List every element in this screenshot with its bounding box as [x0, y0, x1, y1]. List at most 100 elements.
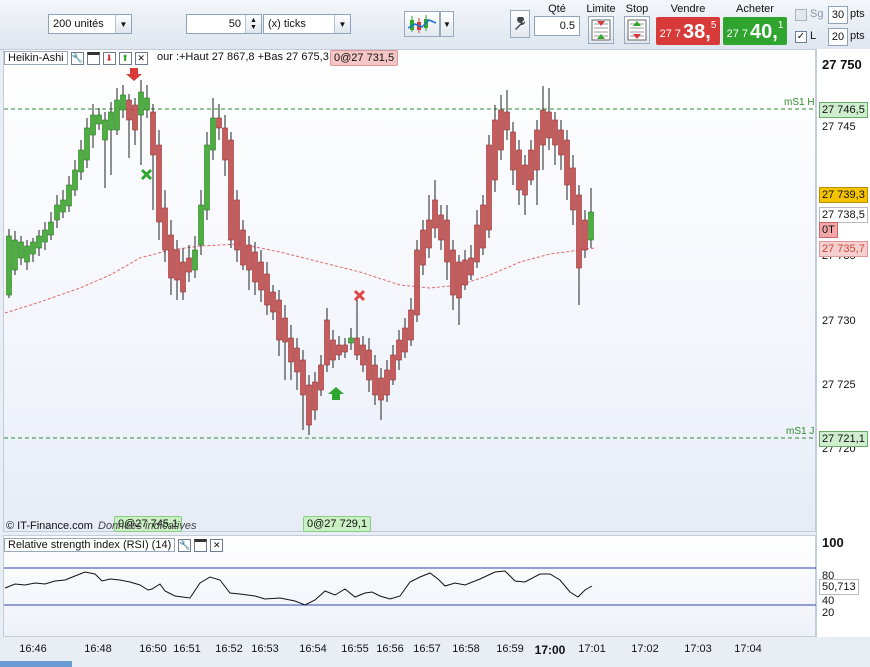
rsi-axis-tick: 20: [822, 607, 835, 619]
candle-body: [426, 219, 432, 249]
window-icon[interactable]: [194, 538, 208, 552]
candle-body: [132, 104, 138, 131]
candle-body: [120, 94, 126, 111]
time-axis-tick: 16:54: [299, 643, 327, 655]
wrench-icon[interactable]: 🔧: [70, 51, 84, 65]
time-axis-tick: 16:59: [496, 643, 524, 655]
candle-body: [552, 119, 558, 146]
candle-body: [360, 344, 366, 366]
candle-body: [390, 354, 396, 381]
candle-body: [324, 319, 330, 366]
candle-body: [342, 344, 348, 353]
candle-body: [222, 127, 228, 161]
ms1-low-label: mS1 J: [786, 426, 815, 437]
horizontal-scrollbar-thumb[interactable]: [0, 661, 72, 667]
candle-body: [96, 114, 102, 125]
rsi-value-tag: 50,713: [819, 579, 859, 595]
candle-body: [144, 97, 150, 111]
price-axis-tick: 27 745: [822, 121, 856, 133]
candle-body: [300, 359, 306, 396]
candle-body: [444, 219, 450, 263]
candle-body: [372, 364, 378, 396]
candle-body: [396, 339, 402, 361]
candle-body: [180, 261, 186, 293]
candle-body: [270, 291, 276, 313]
candle-body: [288, 337, 294, 363]
buy-arrow-small-icon[interactable]: ⬆: [118, 51, 132, 65]
buy-signal-cross-icon: [140, 168, 153, 181]
candle-body: [24, 245, 30, 263]
time-axis-tick: 16:51: [173, 643, 201, 655]
candle-body: [576, 194, 582, 269]
indicator-title[interactable]: Heikin-Ashi: [4, 51, 68, 65]
candle-body: [498, 109, 504, 151]
ma-price-tag: 27 735,7: [819, 241, 868, 257]
candle-body: [474, 224, 480, 263]
time-axis-tick: 16:55: [341, 643, 369, 655]
time-axis-tick: 16:53: [251, 643, 279, 655]
candle-body: [90, 114, 96, 136]
candle-body: [528, 149, 534, 181]
ms1-high-price-tag: 27 746,5: [819, 102, 868, 118]
candle-body: [126, 99, 132, 121]
chart-canvas: [4, 68, 816, 606]
price-axis-tick: 27 750: [822, 57, 862, 72]
price-axis-tick: 27 725: [822, 379, 856, 391]
sell-arrow-small-icon[interactable]: ⬇: [102, 51, 116, 65]
buy-arrow-icon: [328, 387, 344, 400]
candle-body: [78, 149, 84, 173]
candle-body: [282, 317, 288, 343]
candle-body: [168, 234, 174, 279]
candle-body: [30, 241, 36, 255]
candle-body: [174, 249, 180, 281]
bottom-position-tag-right: 0@27 729,1: [303, 516, 372, 532]
candle-body: [198, 204, 204, 246]
candle-body: [462, 259, 468, 286]
sell-signal-cross-icon: [353, 289, 366, 302]
price-axis-tick: 27 730: [822, 315, 856, 327]
candle-body: [504, 111, 510, 131]
wrench-icon[interactable]: 🔧: [178, 538, 192, 552]
rsi-title[interactable]: Relative strength index (RSI) (14): [4, 538, 176, 552]
candle-body: [330, 339, 336, 361]
time-axis-tick: 16:52: [215, 643, 243, 655]
ms1-high-label: mS1 H: [784, 97, 815, 108]
time-axis-tick: 16:50: [139, 643, 167, 655]
close-icon[interactable]: ✕: [134, 51, 148, 65]
time-axis-tick: 16:57: [413, 643, 441, 655]
candle-body: [138, 91, 144, 116]
candle-body: [348, 337, 354, 344]
time-axis-tick: 16:48: [84, 643, 112, 655]
candle-body: [450, 249, 456, 296]
candle-body: [456, 261, 462, 299]
candle-body: [294, 347, 300, 373]
candle-body: [156, 144, 162, 223]
candle-body: [588, 211, 594, 241]
candle-body: [354, 337, 360, 356]
candle-body: [210, 117, 216, 151]
candle-body: [540, 109, 546, 146]
close-icon[interactable]: ✕: [210, 538, 224, 552]
candle-body: [108, 111, 114, 131]
candle-body: [420, 229, 426, 266]
candle-body: [240, 229, 246, 266]
candle-body: [246, 244, 252, 271]
window-icon[interactable]: [86, 51, 100, 65]
candle-body: [486, 144, 492, 231]
time-axis-tick: 16:46: [19, 643, 47, 655]
candle-body: [468, 257, 474, 276]
candle-body: [558, 129, 564, 156]
candle-body: [402, 327, 408, 353]
data-note: Données indicatives: [98, 520, 197, 532]
candle-body: [492, 119, 498, 181]
candle-body: [582, 219, 588, 251]
candle-body: [150, 111, 156, 156]
candle-body: [414, 249, 420, 316]
candle-body: [204, 144, 210, 211]
candle-body: [72, 169, 78, 191]
ms1-low-price-tag: 27 721,1: [819, 431, 868, 447]
candle-body: [102, 119, 108, 141]
candle-body: [534, 129, 540, 171]
time-axis-tick: 17:03: [684, 643, 712, 655]
rsi-axis-tick: 100: [822, 535, 844, 550]
